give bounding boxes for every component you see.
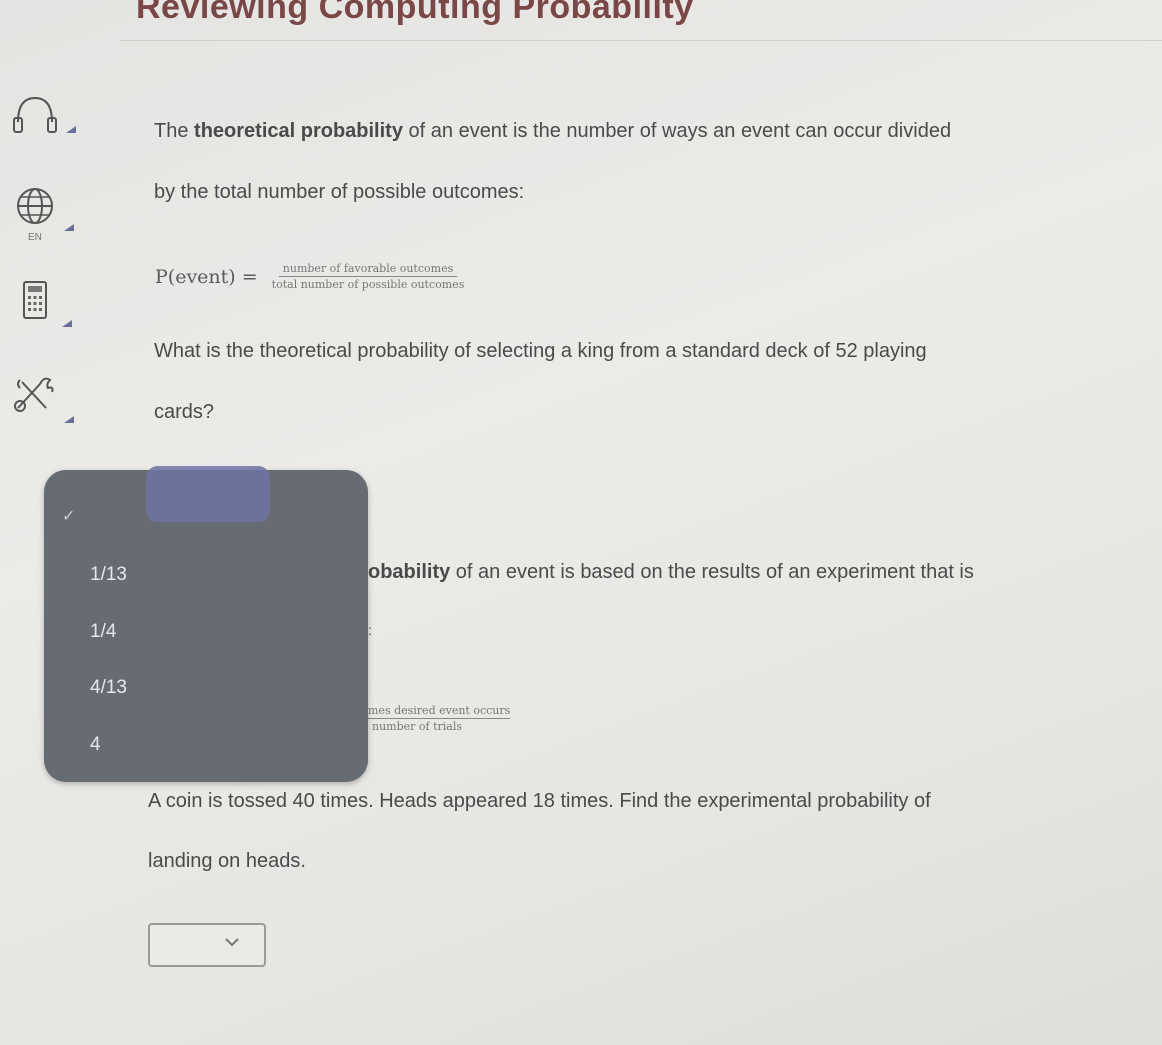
question2-line1: A coin is tossed 40 times. Heads appeare… — [148, 790, 931, 812]
question1-line2: cards? — [154, 401, 215, 423]
experimental-definition-line1: obability of an event is based on the re… — [368, 561, 974, 583]
dropdown-list-handle — [146, 466, 270, 522]
experimental-formula-denominator: number of trials — [372, 720, 463, 733]
tool-expand-icon — [64, 416, 74, 423]
dropdown-option-4[interactable]: 4 — [90, 734, 101, 756]
dropdown-option-2[interactable]: 1/4 — [90, 621, 116, 643]
tool-expand-icon — [62, 320, 72, 327]
theoretical-formula: P(event) = number of favorable outcomes … — [155, 262, 468, 291]
tools-icon — [14, 377, 54, 412]
experimental-formula-fraction: mes desired event occurs number of trial… — [368, 704, 511, 733]
theoretical-definition-line2: by the total number of possible outcomes… — [154, 181, 525, 203]
header-divider — [120, 40, 1162, 41]
headphones-tool-button[interactable] — [10, 92, 80, 152]
chevron-down-icon — [225, 938, 239, 947]
dropdown-option-1[interactable]: 1/13 — [90, 564, 127, 586]
formula-lhs: P(event) = — [155, 265, 258, 288]
language-code-label: EN — [28, 232, 42, 243]
headphones-icon — [13, 96, 57, 133]
page-title: Reviewing Computing Probability — [136, 0, 694, 26]
question1-line1: What is the theoretical probability of s… — [154, 340, 927, 362]
experimental-term: obability — [368, 561, 451, 583]
experimental-formula-numerator: mes desired event occurs — [368, 704, 511, 719]
dropdown-option-3[interactable]: 4/13 — [90, 677, 127, 699]
question2-line2: landing on heads. — [148, 850, 306, 872]
tool-expand-icon — [66, 126, 76, 133]
language-tool-button[interactable] — [10, 184, 80, 244]
answer-select-dropdown[interactable] — [148, 923, 266, 967]
check-icon: ✓ — [62, 508, 76, 525]
theoretical-definition-line1: The theoretical probability of an event … — [154, 120, 952, 142]
formula-fraction: number of favorable outcomes total numbe… — [268, 262, 469, 291]
calculator-icon — [23, 281, 47, 319]
answer-dropdown-list[interactable]: ✓ 1/13 1/4 4/13 4 — [44, 466, 368, 782]
formula-denominator: total number of possible outcomes — [271, 278, 465, 291]
formula-numerator: number of favorable outcomes — [278, 262, 458, 277]
theoretical-term: theoretical probability — [194, 120, 403, 142]
experimental-definition-line2: : — [368, 622, 372, 638]
tools-tool-button[interactable] — [10, 372, 80, 432]
globe-icon — [17, 188, 53, 224]
tool-expand-icon — [64, 224, 74, 231]
calculator-tool-button[interactable] — [10, 280, 80, 340]
